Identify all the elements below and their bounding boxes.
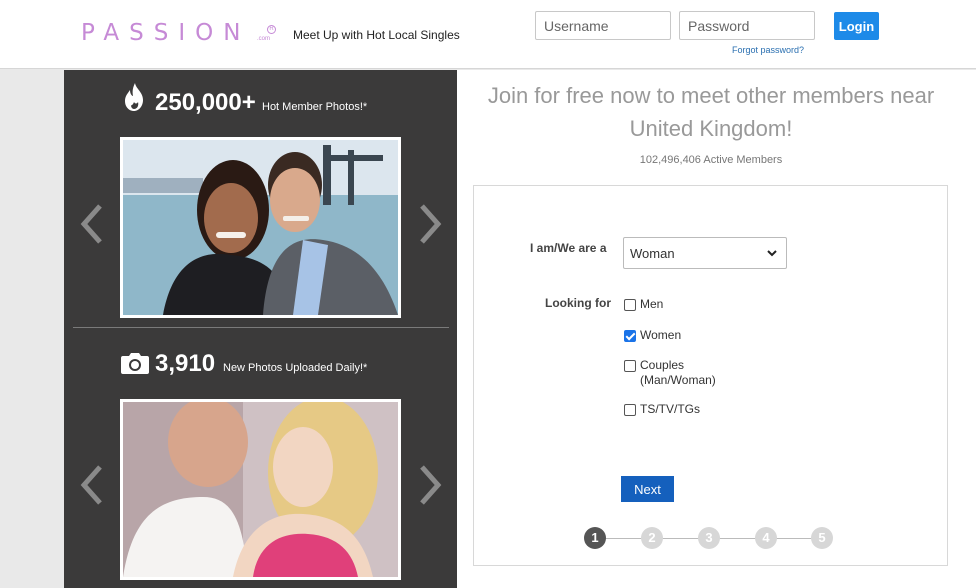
looking-for-label: Looking for <box>545 296 611 310</box>
step-5: 5 <box>811 527 833 549</box>
logo-domain-suffix: .com <box>257 36 271 42</box>
username-input[interactable] <box>535 11 671 40</box>
signup-panel: Join for free now to meet other members … <box>457 70 976 588</box>
ts-label: TS/TV/TGs <box>640 402 700 416</box>
fire-icon <box>125 83 143 111</box>
couple-photo-indoor <box>123 397 398 577</box>
gender-select[interactable]: Woman <box>623 237 787 269</box>
gender-select-value: Woman <box>630 246 675 261</box>
password-input[interactable] <box>679 11 815 40</box>
previous-arrow-icon[interactable] <box>78 463 106 507</box>
step-progress: 1 2 3 4 5 <box>584 527 844 551</box>
join-heading: Join for free now to meet other members … <box>487 83 935 141</box>
forgot-password-link[interactable]: Forgot password? <box>732 45 804 55</box>
header: PASSION R .com Meet Up with Hot Local Si… <box>0 0 976 69</box>
chevron-down-icon <box>767 250 777 257</box>
login-button[interactable]: Login <box>834 12 879 40</box>
daily-uploads-label: New Photos Uploaded Daily!* <box>223 362 368 374</box>
men-label: Men <box>640 297 664 311</box>
signup-form: I am/We are a Woman Looking for Men Wome… <box>473 185 948 566</box>
member-photo-2[interactable] <box>120 397 401 580</box>
step-2: 2 <box>641 527 663 549</box>
passion-logo[interactable]: PASSION <box>81 20 250 46</box>
next-button[interactable]: Next <box>621 476 674 502</box>
previous-arrow-icon[interactable] <box>78 202 106 246</box>
couple-photo-beach <box>123 140 398 315</box>
women-checkbox[interactable] <box>624 330 636 342</box>
photo-showcase-panel: 250,000+ Hot Member Photos!* 3,910 New P… <box>64 70 457 588</box>
men-checkbox[interactable] <box>624 299 636 311</box>
member-photos-count: 250,000+ <box>155 89 256 116</box>
next-arrow-icon[interactable] <box>416 202 444 246</box>
step-3: 3 <box>698 527 720 549</box>
daily-uploads-count: 3,910 <box>155 350 216 377</box>
tagline: Meet Up with Hot Local Singles <box>293 28 460 42</box>
couples-checkbox[interactable] <box>624 360 636 372</box>
ts-checkbox[interactable] <box>624 404 636 416</box>
step-1: 1 <box>584 527 606 549</box>
step-4: 4 <box>755 527 777 549</box>
registered-mark: R <box>267 25 276 34</box>
couples-label: Couples (Man/Woman) <box>640 358 716 387</box>
next-arrow-icon[interactable] <box>416 463 444 507</box>
camera-icon <box>121 353 149 374</box>
panel-divider <box>73 327 449 328</box>
active-members-count: 102,496,406 Active Members <box>639 154 783 166</box>
member-photos-label: Hot Member Photos!* <box>262 101 368 113</box>
women-label: Women <box>640 328 682 342</box>
member-photo-1[interactable] <box>120 137 401 318</box>
iam-label: I am/We are a <box>530 241 607 255</box>
